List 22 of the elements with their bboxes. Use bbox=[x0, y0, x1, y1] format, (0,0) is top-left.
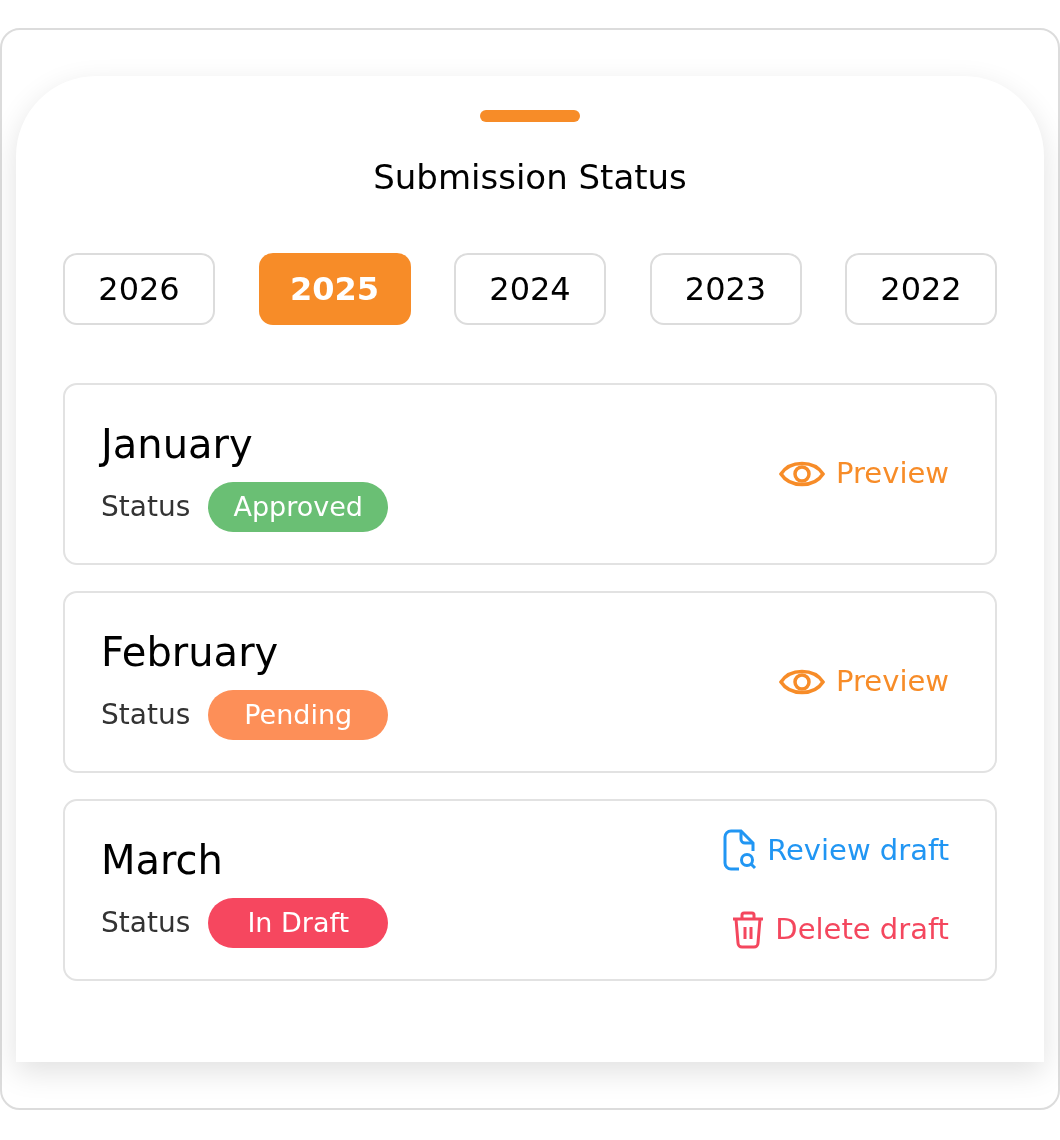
status-badge: In Draft bbox=[208, 898, 389, 948]
year-tab[interactable]: 2026 bbox=[63, 253, 215, 325]
trash-icon bbox=[731, 910, 766, 949]
status-label: Status bbox=[101, 489, 191, 525]
year-tab[interactable]: 2024 bbox=[454, 253, 606, 325]
delete-draft-link[interactable]: Delete draft bbox=[731, 908, 949, 952]
month-title: February bbox=[101, 628, 280, 677]
document-search-icon bbox=[723, 829, 758, 872]
status-label: Status bbox=[101, 697, 191, 733]
year-tab[interactable]: 2022 bbox=[845, 253, 997, 325]
status-badge: Pending bbox=[208, 690, 389, 740]
preview-link[interactable]: Preview bbox=[778, 660, 949, 704]
status-badge: Approved bbox=[208, 482, 389, 532]
year-tab[interactable]: 2025 bbox=[258, 253, 411, 325]
preview-link[interactable]: Preview bbox=[778, 452, 949, 496]
review-draft-link[interactable]: Review draft bbox=[723, 828, 949, 872]
status-label: Status bbox=[101, 905, 191, 941]
drag-handle[interactable] bbox=[480, 110, 580, 122]
sheet-title: Submission Status bbox=[373, 156, 687, 199]
year-tab[interactable]: 2023 bbox=[649, 253, 802, 325]
month-title: March bbox=[101, 836, 224, 885]
month-title: January bbox=[101, 420, 254, 469]
